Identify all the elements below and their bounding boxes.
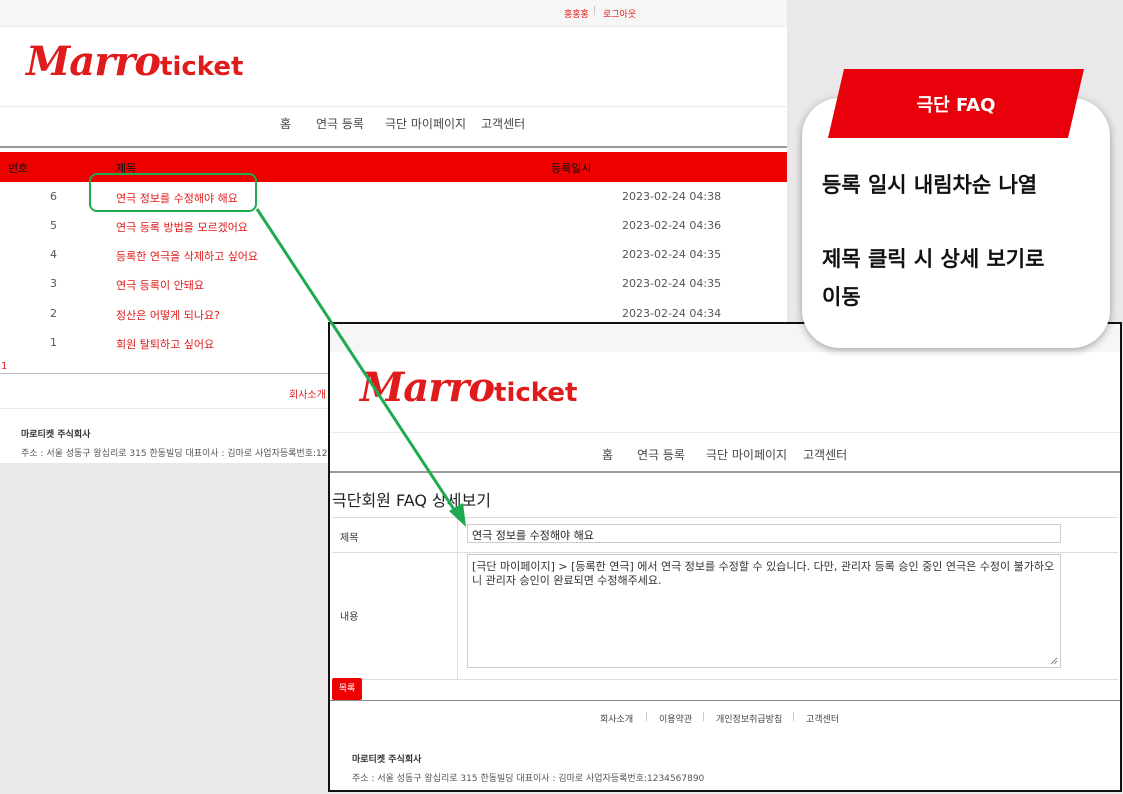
nav-top-divider [0, 106, 787, 107]
pagination-page[interactable]: 1 [1, 361, 7, 372]
page-title: 극단회원 FAQ 상세보기 [332, 491, 491, 510]
row-title-link[interactable]: 정산은 어떻게 되나요? [116, 307, 220, 323]
site-logo[interactable]: Marroticket [26, 38, 243, 85]
callout-line: 등록 일시 내림차순 나열 [822, 173, 1038, 197]
row-title-link[interactable]: 회원 탈퇴하고 싶어요 [116, 336, 214, 352]
footer-link-separator: | [702, 712, 706, 722]
callout-line: 이동 [822, 285, 861, 309]
nav-troupe-mypage[interactable]: 극단 마이페이지 [706, 446, 787, 463]
top-utility-bar: 홍홍홍 | 로그아웃 [0, 0, 787, 27]
footer-link-separator: | [792, 712, 796, 722]
nav-top-divider [330, 432, 1120, 433]
header-num: 번호 [8, 162, 29, 175]
footer-company-name: 마로티켓 주식회사 [21, 430, 91, 440]
callout-line: 제목 클릭 시 상세 보기로 [822, 247, 1045, 271]
user-name-link[interactable]: 홍홍홍 [564, 7, 589, 20]
row-title-link[interactable]: 등록한 연극을 삭제하고 싶어요 [116, 248, 258, 264]
title-field[interactable]: 연극 정보를 수정해야 해요 [467, 524, 1061, 543]
content-label: 내용 [340, 612, 359, 623]
faq-detail-form: 제목 내용 연극 정보를 수정해야 해요 [극단 마이페이지] > [등록한 연… [332, 517, 1118, 680]
title-label-cell: 제목 [332, 518, 458, 552]
table-row: 5 연극 등록 방법을 모르겠어요 2023-02-24 04:36 [0, 211, 787, 240]
content-text: [극단 마이페이지] > [등록한 연극] 에서 연극 정보를 수정할 수 있습… [472, 560, 1055, 587]
back-to-list-button[interactable]: 목록 [332, 678, 362, 700]
highlight-box [89, 173, 257, 212]
title-label: 제목 [340, 533, 359, 544]
row-date: 2023-02-24 04:35 [622, 277, 722, 290]
table-row: 3 연극 등록이 안돼요 2023-02-24 04:35 [0, 269, 787, 298]
topbar-separator: | [593, 6, 597, 16]
row-date: 2023-02-24 04:36 [622, 219, 722, 232]
row-num: 2 [50, 307, 57, 320]
callout-tag: 극단 FAQ [828, 69, 1084, 138]
footer-link-privacy[interactable]: 개인정보취급방침 [716, 712, 782, 725]
logo-plain: ticket [494, 378, 578, 408]
header-date: 등록일시 [551, 162, 592, 175]
footer-company-intro-link[interactable]: 회사소개 [289, 386, 326, 401]
nav-register-play[interactable]: 연극 등록 [316, 115, 364, 132]
footer-link-terms[interactable]: 이용약관 [659, 712, 692, 725]
row-num: 4 [50, 248, 57, 261]
row-num: 3 [50, 277, 57, 290]
nav-home[interactable]: 홈 [602, 446, 613, 463]
row-num: 5 [50, 219, 57, 232]
row-date: 2023-02-24 04:38 [622, 190, 722, 203]
table-row: 4 등록한 연극을 삭제하고 싶어요 2023-02-24 04:35 [0, 240, 787, 269]
footer-address: 주소 : 서울 성동구 왕십리로 315 한동빌딩 대표이사 : 김마로 사업자… [21, 449, 374, 459]
nav-customer-center[interactable]: 고객센터 [803, 446, 847, 463]
content-label-cell: 내용 [332, 553, 458, 679]
logo-script: Marro [360, 364, 495, 411]
footer-top-divider [330, 700, 1120, 701]
nav-bottom-divider [330, 471, 1120, 473]
content-textarea[interactable]: [극단 마이페이지] > [등록한 연극] 에서 연극 정보를 수정할 수 있습… [467, 554, 1061, 668]
resize-grip-icon[interactable] [1050, 657, 1058, 665]
row-num: 6 [50, 190, 57, 203]
footer-link-separator: | [645, 712, 649, 722]
logo-plain: ticket [160, 52, 244, 82]
row-title-link[interactable]: 연극 등록 방법을 모르겠어요 [116, 219, 248, 235]
row-num: 1 [50, 336, 57, 349]
footer-address: 주소 : 서울 성동구 왕십리로 315 한동빌딩 대표이사 : 김마로 사업자… [352, 774, 705, 784]
footer-company-name: 마로티켓 주식회사 [352, 755, 422, 765]
nav-bottom-divider [0, 146, 787, 148]
footer-link-customer-center[interactable]: 고객센터 [806, 712, 839, 725]
callout-tag-label: 극단 FAQ [916, 95, 996, 116]
nav-home[interactable]: 홈 [280, 115, 291, 132]
nav-troupe-mypage[interactable]: 극단 마이페이지 [385, 115, 466, 132]
nav-customer-center[interactable]: 고객센터 [481, 115, 525, 132]
footer-link-company[interactable]: 회사소개 [600, 712, 633, 725]
logo-script: Marro [26, 38, 161, 85]
nav-register-play[interactable]: 연극 등록 [637, 446, 685, 463]
row-date: 2023-02-24 04:34 [622, 307, 722, 320]
logout-link[interactable]: 로그아웃 [603, 7, 636, 20]
site-logo[interactable]: Marroticket [360, 364, 577, 411]
faq-detail-window: Marroticket 홈 연극 등록 극단 마이페이지 고객센터 극단회원 F… [328, 322, 1122, 792]
row-title-link[interactable]: 연극 등록이 안돼요 [116, 277, 204, 293]
row-date: 2023-02-24 04:35 [622, 248, 722, 261]
